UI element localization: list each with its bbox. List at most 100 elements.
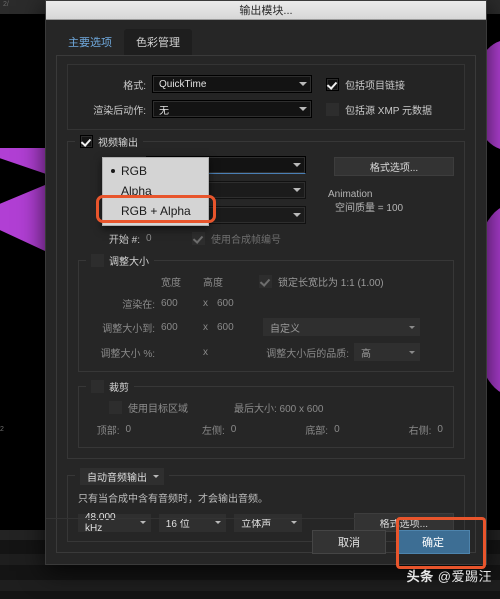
screen: 2/ 2 输出模块... 主要选项 色彩管理 格式: QuickTime 包括项…	[0, 0, 500, 599]
channels-dropdown-popup[interactable]: RGB Alpha RGB + Alpha	[102, 157, 209, 226]
cancel-button-label: 取消	[338, 536, 360, 549]
chevron-down-icon	[293, 213, 301, 217]
ok-button[interactable]: 确定	[396, 529, 470, 554]
tab-color-management[interactable]: 色彩管理	[124, 29, 192, 55]
channels-option-alpha-label: Alpha	[121, 184, 152, 198]
watermark-handle: @爱踢汪	[437, 569, 492, 584]
channels-option-rgb-label: RGB	[121, 164, 148, 178]
crop-bottom-value[interactable]: 0	[328, 424, 401, 435]
include-project-link-row[interactable]: 包括项目链接	[326, 77, 405, 92]
crop-left-label: 左侧:	[201, 426, 225, 437]
crop-top-value[interactable]: 0	[120, 424, 195, 435]
crop-checkbox[interactable]	[91, 380, 104, 393]
crop-values-row: 顶部: 0 左侧: 0 底部: 0 右侧: 0	[89, 422, 443, 437]
timeline-left-text: 2	[0, 426, 4, 433]
resize-to-row: 调整大小到: 600 x 600 自定义	[89, 318, 443, 336]
main-options-panel: 格式: QuickTime 包括项目链接 渲染后动作: 无 包括源 XMP 元数…	[56, 55, 476, 553]
chevron-down-icon	[409, 325, 415, 329]
codec-quality: 空间质量 = 100	[335, 203, 404, 214]
chevron-down-icon	[409, 350, 415, 354]
resize-preset-select[interactable]: 自定义	[263, 318, 420, 336]
include-project-link-checkbox[interactable]	[326, 77, 339, 91]
resize-header-row: 宽度 高度 锁定长宽比为 1:1 (1.00)	[89, 274, 443, 289]
radio-empty-icon	[111, 189, 115, 193]
format-block: 格式: QuickTime 包括项目链接 渲染后动作: 无 包括源 XMP 元数…	[67, 64, 465, 130]
resize-checkbox[interactable]	[91, 254, 104, 267]
render-at-label: 渲染在:	[122, 300, 155, 311]
watermark-brand: 头条	[406, 569, 434, 584]
crop-top-label: 顶部:	[96, 426, 120, 437]
use-comp-frame-row[interactable]: 使用合成帧编号	[192, 231, 281, 246]
output-module-dialog: 输出模块... 主要选项 色彩管理 格式: QuickTime 包括项目链接 渲…	[45, 0, 487, 565]
chevron-down-icon	[299, 107, 307, 111]
channels-option-alpha[interactable]: Alpha	[103, 181, 208, 201]
render-at-row: 渲染在: 600 x 600	[89, 296, 443, 311]
video-format-options-button[interactable]: 格式选项...	[334, 157, 454, 176]
timeline-left-label: 2	[0, 418, 46, 434]
cancel-button[interactable]: 取消	[312, 529, 386, 554]
resize-legend[interactable]: 调整大小	[86, 253, 154, 268]
chevron-down-icon	[153, 475, 159, 478]
crop-bottom-label: 底部:	[305, 426, 329, 437]
resize-quality-value: 高	[361, 348, 371, 360]
app-menubar-label: 2/	[3, 1, 9, 8]
radio-empty-icon	[111, 209, 115, 213]
resize-to-width[interactable]: 600	[161, 322, 203, 333]
use-region-checkbox[interactable]	[109, 401, 122, 414]
format-label: 格式:	[123, 80, 146, 92]
format-select-value: QuickTime	[159, 78, 207, 90]
resize-to-label: 调整大小到:	[102, 323, 155, 335]
lock-aspect-row[interactable]: 锁定长宽比为 1:1 (1.00)	[259, 274, 384, 289]
audio-output-value: 自动音频输出	[87, 473, 147, 484]
video-output-checkbox[interactable]	[80, 135, 93, 148]
resize-group: 调整大小 宽度 高度 锁定长宽比为 1:1 (1.00) 渲染在: 600 x …	[78, 253, 454, 372]
tab-color-management-label: 色彩管理	[136, 37, 180, 49]
use-region-row[interactable]: 使用目标区域	[109, 400, 188, 415]
audio-note: 只有当合成中含有音频时，才会输出音频。	[78, 494, 268, 505]
dialog-title: 输出模块...	[239, 5, 293, 17]
crop-left-value[interactable]: 0	[225, 424, 298, 435]
resize-pct-label: 调整大小 %:	[100, 348, 155, 360]
dialog-titlebar: 输出模块...	[46, 1, 486, 20]
chevron-down-icon	[293, 188, 301, 192]
video-output-legend[interactable]: 视频输出	[75, 134, 143, 149]
watermark: 头条 @爱踢汪	[407, 566, 492, 585]
include-xmp-checkbox[interactable]	[326, 102, 339, 116]
radio-selected-icon	[111, 169, 115, 173]
resize-legend-label: 调整大小	[109, 257, 149, 268]
post-render-select[interactable]: 无	[152, 100, 312, 118]
start-label: 开始 #:	[108, 235, 140, 246]
resize-preset-value: 自定义	[270, 323, 300, 335]
include-project-link-label: 包括项目链接	[345, 80, 405, 92]
channels-option-rgb-alpha[interactable]: RGB + Alpha	[103, 201, 208, 221]
format-row: 格式: QuickTime 包括项目链接	[78, 75, 454, 93]
crop-legend[interactable]: 裁剪	[86, 379, 134, 394]
audio-legend[interactable]: 自动音频输出	[75, 468, 169, 485]
dialog-body: 主要选项 色彩管理 格式: QuickTime 包括项目链接 渲染后动作: 无 …	[46, 20, 486, 564]
video-output-legend-label: 视频输出	[98, 138, 138, 149]
post-render-label: 渲染后动作:	[93, 105, 146, 117]
resize-height-header: 高度	[203, 278, 223, 289]
lock-aspect-checkbox[interactable]	[259, 275, 272, 288]
dialog-footer: 取消 确定	[46, 518, 486, 564]
ok-button-label: 确定	[422, 536, 444, 549]
include-xmp-label: 包括源 XMP 元数据	[345, 105, 433, 117]
crop-right-label: 右侧:	[408, 426, 432, 437]
channels-option-rgb[interactable]: RGB	[103, 161, 208, 181]
resize-pct-x: x	[203, 346, 208, 358]
start-value[interactable]: 0	[146, 233, 192, 244]
start-row: 开始 #: 0 使用合成帧编号	[78, 231, 306, 246]
format-select[interactable]: QuickTime	[152, 75, 312, 93]
chevron-down-icon	[299, 82, 307, 86]
include-xmp-row[interactable]: 包括源 XMP 元数据	[326, 102, 432, 117]
lock-aspect-label: 锁定长宽比为 1:1 (1.00)	[278, 278, 384, 289]
resize-to-height[interactable]: 600	[217, 322, 259, 333]
resize-quality-select[interactable]: 高	[354, 343, 420, 361]
channels-option-rgb-alpha-label: RGB + Alpha	[121, 204, 191, 218]
post-render-row: 渲染后动作: 无 包括源 XMP 元数据	[78, 100, 454, 118]
crop-right-value[interactable]: 0	[431, 424, 443, 435]
use-comp-frame-checkbox[interactable]	[192, 232, 205, 245]
render-at-height: 600	[217, 298, 234, 309]
audio-output-select[interactable]: 自动音频输出	[80, 468, 164, 485]
tab-main-options[interactable]: 主要选项	[56, 29, 124, 55]
